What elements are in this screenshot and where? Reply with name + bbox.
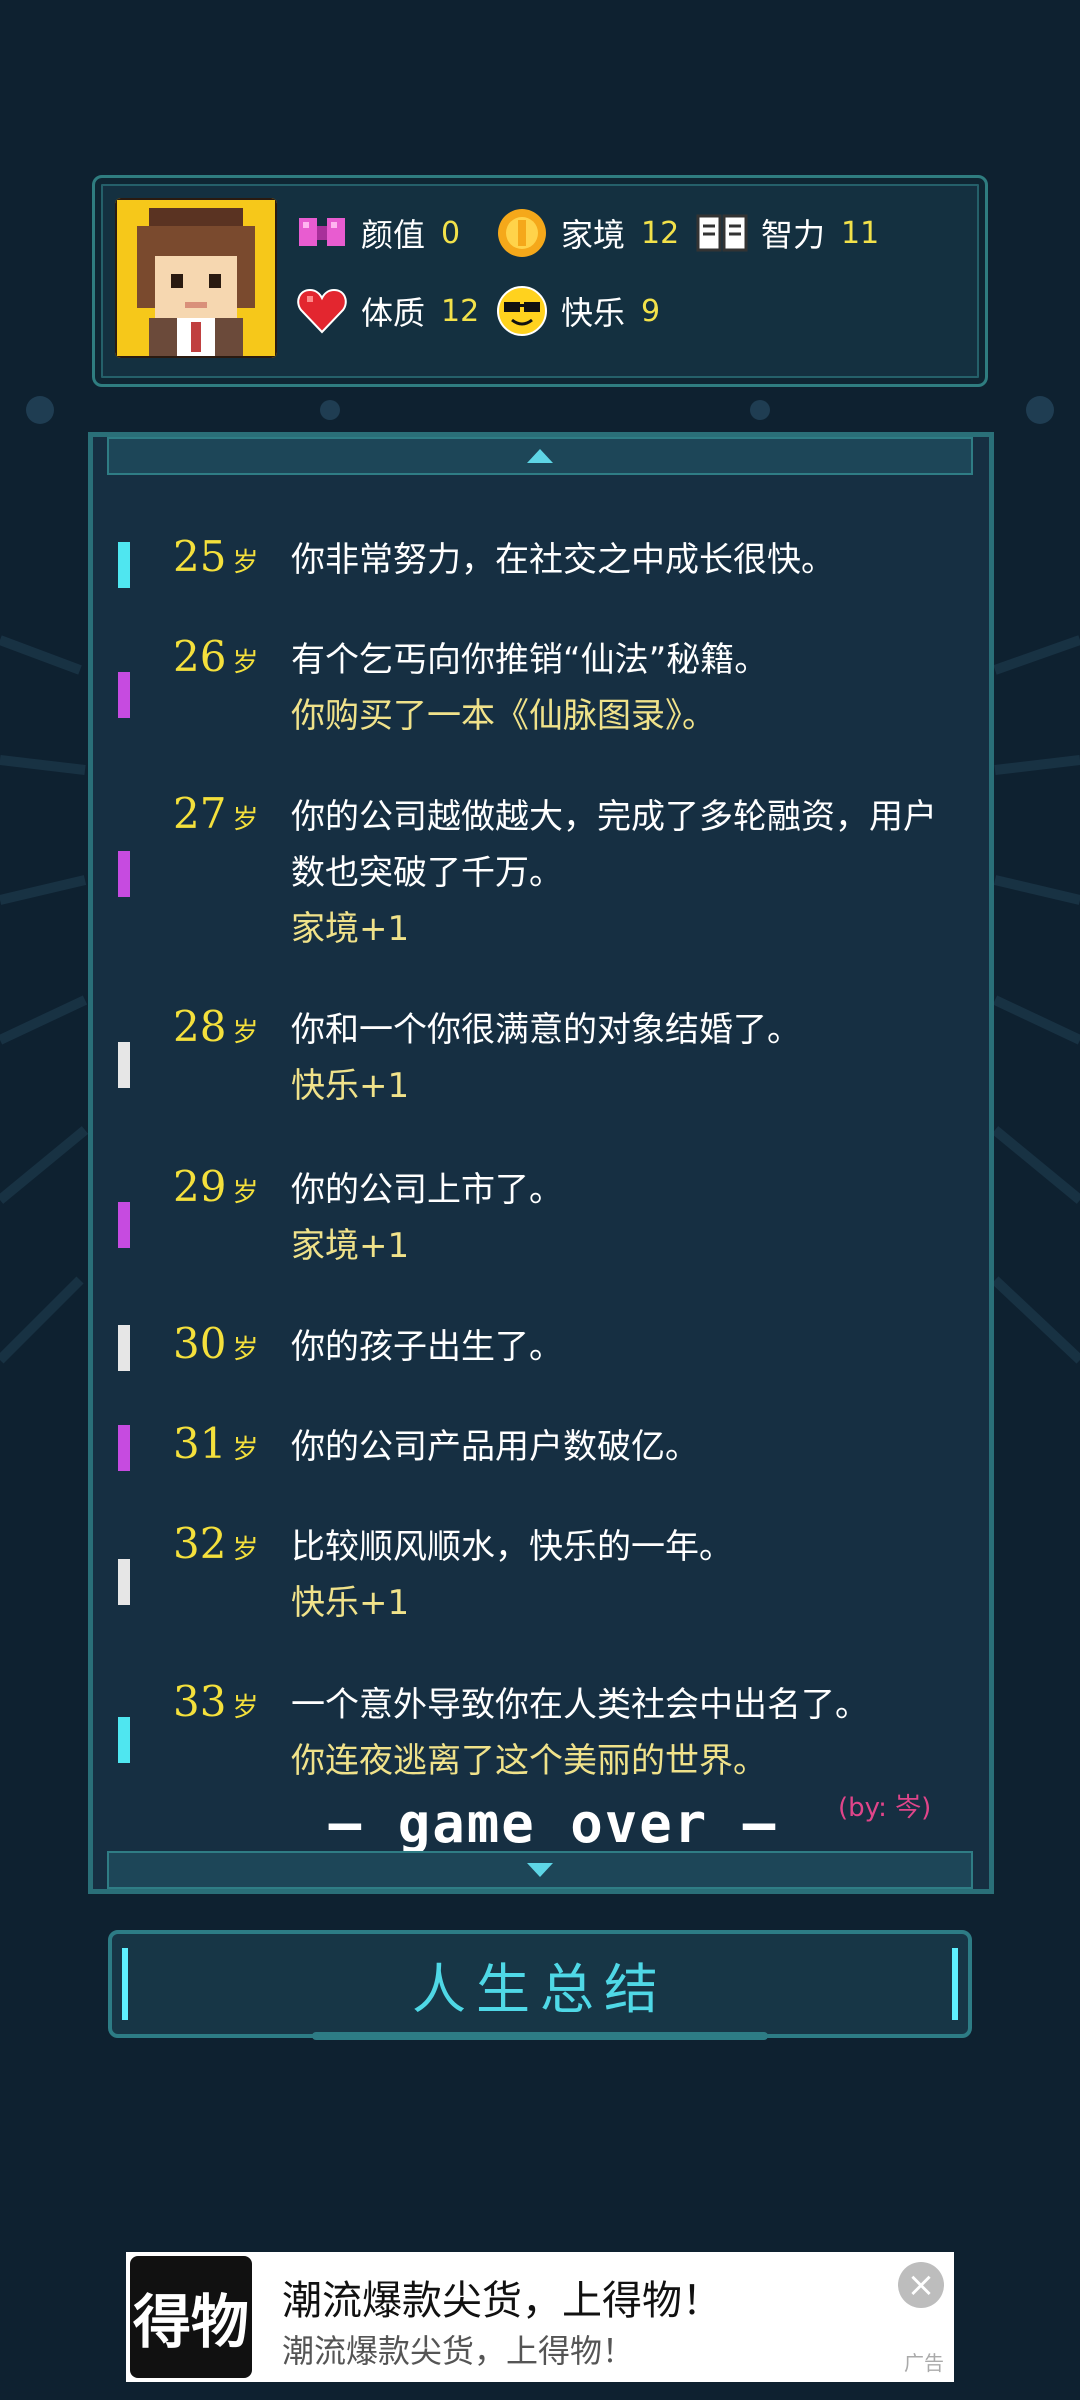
- entry-age: 29 岁: [173, 1162, 259, 1211]
- stat-family-label: 家境: [561, 216, 626, 254]
- entry-text: 你的孩子出生了。: [291, 1327, 563, 1367]
- stat-happiness: 快乐 9: [495, 284, 660, 338]
- life-summary-button[interactable]: 人生总结: [108, 1930, 972, 2038]
- entry-text: 你的公司产品用户数破亿。: [291, 1427, 699, 1467]
- stat-intelligence-label: 智力: [761, 216, 826, 254]
- entry-marker: [118, 1325, 130, 1371]
- ad-banner[interactable]: 得物 潮流爆款尖货，上得物！ 潮流爆款尖货，上得物！ × 广告: [126, 2252, 954, 2382]
- stat-appearance: 颜值 0: [295, 206, 460, 260]
- ad-title: 潮流爆款尖货，上得物！: [282, 2278, 722, 2324]
- entry-age: 30 岁: [173, 1319, 259, 1368]
- entry-marker: [118, 672, 130, 718]
- stat-constitution-label: 体质: [361, 294, 426, 332]
- character-avatar: [115, 198, 277, 358]
- entry-text: 你的公司上市了。 家境+1: [291, 1170, 563, 1266]
- arrow-up-icon: [527, 449, 553, 463]
- stat-happiness-value: 9: [641, 293, 661, 329]
- ad-logo: 得物: [130, 2256, 252, 2378]
- stat-appearance-label: 颜值: [361, 216, 426, 254]
- stat-family: 家境 12: [495, 206, 679, 260]
- entry-text: 你和一个你很满意的对象结婚了。 快乐+1: [291, 1010, 801, 1106]
- stat-intelligence: 智力 11: [695, 206, 879, 260]
- scroll-down-bar[interactable]: [107, 1851, 973, 1889]
- button-underline: [312, 2032, 768, 2040]
- entry-text: 一个意外导致你在人类社会中出名了。 你连夜逃离了这个美丽的世界。: [291, 1685, 869, 1781]
- entry-marker: [118, 542, 130, 588]
- stat-constitution: 体质 12: [295, 284, 479, 338]
- entry-text: 有个乞丐向你推销“仙法”秘籍。 你购买了一本《仙脉图录》。: [291, 640, 769, 736]
- ad-subtitle: 潮流爆款尖货，上得物！: [282, 2332, 635, 2370]
- entry-marker: [118, 1717, 130, 1763]
- entry-marker: [118, 1202, 130, 1248]
- scroll-up-bar[interactable]: [107, 437, 973, 475]
- heart-icon: [297, 288, 347, 334]
- entry-age: 28 岁: [173, 1002, 259, 1051]
- entry-marker: [118, 1559, 130, 1605]
- entry-text: 比较顺风顺水，快乐的一年。 快乐+1: [291, 1527, 733, 1623]
- life-log-panel[interactable]: 25 岁 你非常努力，在社交之中成长很快。 26 岁 有个乞丐向你推销“仙法”秘籍。…: [88, 432, 994, 1894]
- entry-marker: [118, 1042, 130, 1088]
- bow-icon: [299, 218, 345, 246]
- stat-happiness-label: 快乐: [561, 294, 626, 332]
- entry-age: 33 岁: [173, 1677, 259, 1726]
- sunglasses-smiley-icon: [497, 286, 547, 336]
- life-summary-label: 人生总结: [412, 1957, 668, 2021]
- author-byline: (by: 岑): [838, 1793, 932, 1823]
- book-icon: [696, 214, 748, 252]
- entry-marker: [118, 851, 130, 897]
- entry-marker: [118, 1425, 130, 1471]
- coin-icon: [498, 209, 546, 257]
- entry-text: 你非常努力，在社交之中成长很快。: [291, 540, 835, 580]
- entry-age: 31 岁: [173, 1419, 259, 1468]
- stat-appearance-value: 0: [441, 215, 461, 251]
- entry-age: 32 岁: [173, 1519, 259, 1568]
- stat-constitution-value: 12: [441, 293, 480, 329]
- entry-age: 27 岁: [173, 789, 259, 838]
- arrow-down-icon: [527, 1863, 553, 1877]
- close-icon[interactable]: ×: [898, 2262, 944, 2308]
- stat-intelligence-value: 11: [841, 215, 880, 251]
- entry-text: 你的公司越做越大，完成了多轮融资，用户数也突破了千万。 家境+1: [291, 797, 937, 949]
- ad-label: 广告: [904, 2351, 944, 2375]
- stat-family-value: 12: [641, 215, 680, 251]
- entry-age: 25 岁: [173, 532, 259, 581]
- game-over-text: — game over —: [328, 1792, 778, 1855]
- attributes-panel: 颜值 0 家境 12 智力 11 体质 12 快乐 9: [92, 175, 988, 387]
- entry-age: 26 岁: [173, 632, 259, 681]
